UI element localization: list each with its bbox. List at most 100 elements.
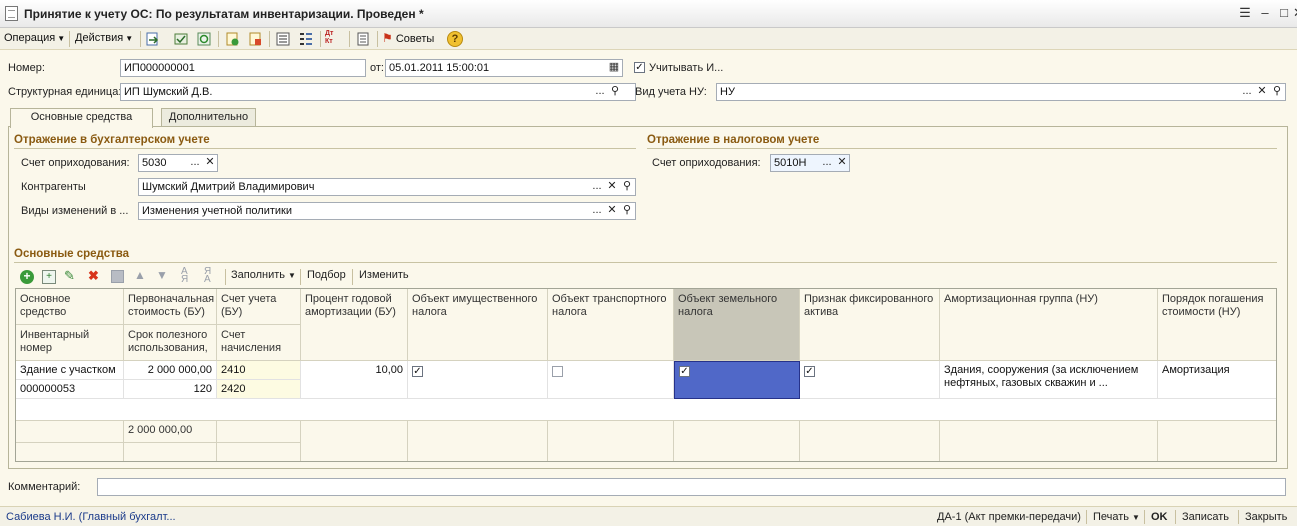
- column-header-depr-percent[interactable]: Процент годовой амортизации (БУ): [301, 289, 408, 361]
- end-edit-icon[interactable]: [111, 270, 124, 283]
- change-button[interactable]: Изменить: [359, 269, 409, 281]
- cell-land-tax[interactable]: ✓: [674, 361, 800, 399]
- cell-inventory[interactable]: 000000053: [16, 380, 124, 399]
- select-button[interactable]: ...: [593, 84, 607, 100]
- select-button[interactable]: ...: [188, 155, 202, 171]
- date-field[interactable]: 05.01.2011 15:00:01: [385, 59, 623, 77]
- clear-icon[interactable]: ✕: [835, 155, 849, 171]
- footer-cell: [16, 442, 124, 461]
- column-header-transport-tax[interactable]: Объект транспортного налога: [548, 289, 674, 361]
- tips-icon: ⚑: [382, 31, 393, 45]
- edit-row-icon[interactable]: ✎: [64, 268, 75, 284]
- select-items-button[interactable]: Подбор: [307, 269, 346, 281]
- status-separator: [1086, 510, 1087, 524]
- clear-icon[interactable]: ✕: [605, 179, 619, 195]
- move-down-icon[interactable]: ▼: [156, 268, 168, 282]
- cell-charge-account[interactable]: 2420: [217, 380, 301, 399]
- print-label: Печать: [1093, 511, 1130, 523]
- subordinate-list-icon[interactable]: [298, 31, 314, 47]
- column-header-initial-cost[interactable]: Первоначальная стоимость (БУ): [124, 289, 217, 325]
- cell-fixed-asset[interactable]: ✓: [800, 361, 940, 399]
- tab-fixed-assets[interactable]: Основные средства: [10, 108, 153, 128]
- clear-icon[interactable]: ✕: [1255, 84, 1269, 100]
- column-header-asset[interactable]: Основное средство: [16, 289, 124, 325]
- column-header-depr-group[interactable]: Амортизационная группа (НУ): [940, 289, 1158, 361]
- delete-row-icon[interactable]: ✖: [88, 268, 99, 284]
- select-button[interactable]: ...: [590, 179, 604, 195]
- calendar-icon[interactable]: ▦: [607, 60, 621, 75]
- title-bar: Принятие к учету ОС: По результатам инве…: [0, 0, 1297, 28]
- unit-field[interactable]: ИП Шумский Д.В.: [120, 83, 636, 101]
- status-separator: [1144, 510, 1145, 524]
- document-structure-icon[interactable]: [247, 31, 263, 47]
- changes-field[interactable]: Изменения учетной политики: [138, 202, 636, 220]
- add-row-icon[interactable]: +: [20, 270, 34, 284]
- cell-account[interactable]: 2410: [217, 361, 301, 380]
- print-form-link[interactable]: ДА-1 (Акт премки-передачи): [937, 511, 1081, 523]
- assets-table[interactable]: Основное средство Инвентарный номер Перв…: [15, 288, 1277, 462]
- close-button[interactable]: Закрыть: [1245, 511, 1287, 523]
- refresh-icon[interactable]: [196, 31, 212, 47]
- post-and-close-icon[interactable]: [145, 31, 161, 47]
- save-button[interactable]: Записать: [1182, 511, 1229, 523]
- comment-field[interactable]: [97, 478, 1286, 496]
- search-icon[interactable]: ⚲: [608, 84, 622, 100]
- fixed-asset-checkbox[interactable]: ✓: [804, 366, 815, 377]
- land-tax-checkbox[interactable]: ✓: [679, 366, 690, 377]
- nu-type-field[interactable]: НУ: [716, 83, 1286, 101]
- search-icon[interactable]: ⚲: [620, 179, 634, 195]
- column-header-useful-life[interactable]: Срок полезного использования,: [124, 325, 217, 361]
- report-icon[interactable]: [355, 31, 371, 47]
- column-header-account[interactable]: Счет учета (БУ): [217, 289, 301, 325]
- ok-button[interactable]: OK: [1151, 511, 1168, 523]
- column-header-repayment[interactable]: Порядок погашения стоимости (НУ): [1158, 289, 1276, 361]
- print-button[interactable]: Печать ▼: [1093, 511, 1140, 523]
- sort-ascending-icon[interactable]: AЯ: [181, 267, 188, 285]
- column-header-inventory[interactable]: Инвентарный номер: [16, 325, 124, 361]
- dt-kt-button[interactable]: Дт Кт: [325, 30, 343, 48]
- create-based-on-icon[interactable]: [224, 31, 240, 47]
- post-icon[interactable]: [173, 31, 189, 47]
- clear-icon[interactable]: ✕: [605, 203, 619, 219]
- property-tax-checkbox[interactable]: ✓: [412, 366, 423, 377]
- column-header-land-tax[interactable]: Объект земельного налога: [674, 289, 800, 361]
- actions-menu[interactable]: Действия ▼: [75, 32, 133, 44]
- maximize-icon[interactable]: □: [1275, 5, 1293, 21]
- cell-repayment[interactable]: Амортизация: [1158, 361, 1276, 399]
- move-up-icon[interactable]: ▲: [134, 268, 146, 282]
- cell-depr-group[interactable]: Здания, сооружения (за исключением нефтя…: [940, 361, 1158, 399]
- search-icon[interactable]: ⚲: [620, 203, 634, 219]
- contractors-field[interactable]: Шумский Дмитрий Владимирович: [138, 178, 636, 196]
- current-user[interactable]: Сабиева Н.И. (Главный бухгалт...: [6, 511, 176, 523]
- number-field[interactable]: ИП000000001: [120, 59, 366, 77]
- search-icon[interactable]: ⚲: [1270, 84, 1284, 100]
- cell-useful-life[interactable]: 120: [124, 380, 217, 399]
- fill-button[interactable]: Заполнить ▼: [231, 269, 296, 281]
- cell-transport-tax[interactable]: [548, 361, 674, 399]
- copy-row-icon[interactable]: +: [42, 270, 56, 284]
- cell-asset[interactable]: Здание с участком: [16, 361, 124, 380]
- column-header-charge-account[interactable]: Счет начисления: [217, 325, 301, 361]
- consider-checkbox[interactable]: ✓: [634, 62, 645, 73]
- toolbar-separator: [225, 269, 226, 285]
- column-header-fixed-asset[interactable]: Признак фиксированного актива: [800, 289, 940, 361]
- close-window-icon[interactable]: ✕: [1293, 5, 1297, 21]
- operation-menu[interactable]: Операция ▼: [4, 32, 65, 44]
- clear-icon[interactable]: ✕: [203, 155, 217, 171]
- cell-property-tax[interactable]: ✓: [408, 361, 548, 399]
- list-icon[interactable]: [275, 31, 291, 47]
- minimize-icon[interactable]: –: [1256, 5, 1274, 21]
- cell-initial-cost[interactable]: 2 000 000,00: [124, 361, 217, 380]
- column-header-property-tax[interactable]: Объект имущественного налога: [408, 289, 548, 361]
- tips-button[interactable]: ⚑ Советы: [382, 31, 434, 45]
- transport-tax-checkbox[interactable]: [552, 366, 563, 377]
- section-divider: [14, 262, 1277, 263]
- cell-depr-percent[interactable]: 10,00: [301, 361, 408, 399]
- select-button[interactable]: ...: [590, 203, 604, 219]
- help-icon[interactable]: ?: [447, 31, 463, 47]
- sort-descending-icon[interactable]: ЯA: [204, 267, 211, 285]
- select-button[interactable]: ...: [1240, 84, 1254, 100]
- tab-additional[interactable]: Дополнительно: [161, 108, 256, 127]
- select-button[interactable]: ...: [820, 155, 834, 171]
- menu-icon[interactable]: ☰: [1236, 5, 1254, 21]
